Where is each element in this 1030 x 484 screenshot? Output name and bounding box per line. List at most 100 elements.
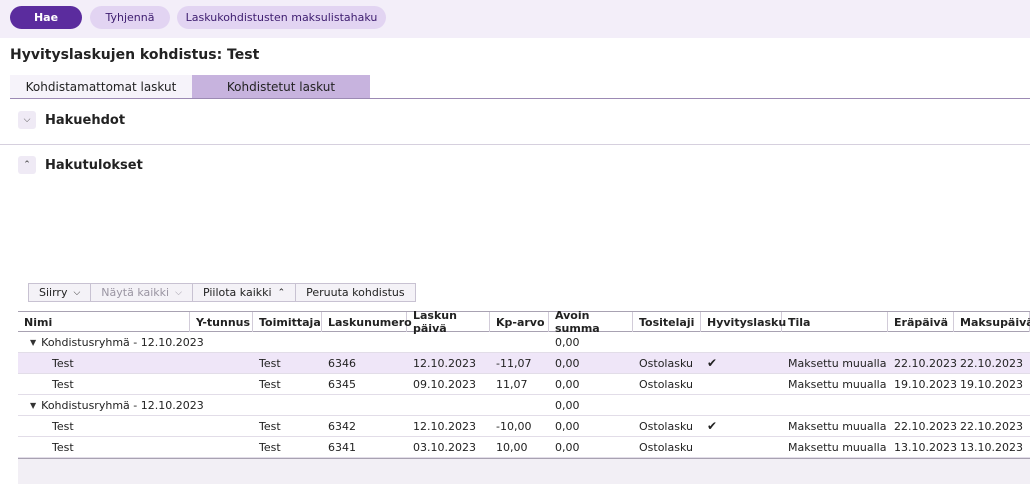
col-due-date-cell: 22.10.2023 [894,356,957,370]
col-status-cell: Maksettu muualla [788,440,887,454]
results-grid: Nimi Y-tunnus Toimittaja Laskunumero Laskun … [18,309,1030,484]
col-due-date-cell: 19.10.2023 [894,377,957,391]
col-y-id-cell [190,437,253,457]
collapse-triangle-icon[interactable]: ▼ [30,401,36,410]
payment-list-search-button[interactable]: Laskukohdistusten maksulistahaku [177,6,386,29]
group-label-text: Kohdistusryhmä - 12.10.2023 [41,398,204,412]
move-label: Siirry [39,286,68,299]
show-all-label: Näytä kaikki [101,286,170,299]
results-section-toggle[interactable]: ⌃ Hakutulokset [18,154,143,176]
tab-underline [10,98,1030,99]
grid-header: Nimi Y-tunnus Toimittaja Laskunumero Laskun … [18,309,1030,335]
move-menu-button[interactable]: Siirry ⌵ [29,284,92,301]
group-row[interactable]: ▼ Kohdistusryhmä - 12.10.2023 0,00 [18,395,1030,416]
col-voucher-type-cell: Ostolasku [639,356,693,370]
col-voucher-type-cell: Ostolasku [639,419,693,433]
col-invoice-no-cell: 6346 [328,356,356,370]
col-supplier-cell: Test [259,377,281,391]
col-voucher-type-cell: Ostolasku [639,377,693,391]
col-voucher-type-header[interactable]: Tositelaji [633,312,701,332]
tab-unallocated-invoices[interactable]: Kohdistamattomat laskut [10,75,192,99]
grid-toolbar: Siirry ⌵ Näytä kaikki ⌵ Piilota kaikki ⌃ Pe… [28,283,416,302]
group-label: ▼ Kohdistusryhmä - 12.10.2023 [24,395,204,415]
col-kp-value-cell: -10,00 [496,419,532,433]
grid-footer [18,458,1030,484]
col-due-date-cell: 22.10.2023 [894,419,957,433]
group-open-sum: 0,00 [555,335,580,349]
col-status-cell: Maksettu muualla [788,419,887,433]
chevron-down-icon: ⌵ [175,287,182,298]
chevron-up-icon: ⌃ [18,156,36,174]
table-row[interactable]: Test Test 6342 12.10.2023 -10,00 0,00 Ostolask… [18,416,1030,437]
col-voucher-type-cell: Ostolasku [639,440,693,454]
tab-allocated-invoices[interactable]: Kohdistetut laskut [192,75,370,99]
group-label: ▼ Kohdistusryhmä - 12.10.2023 [24,332,204,352]
grid-body: ▼ Kohdistusryhmä - 12.10.2023 0,00 Test Test… [18,332,1030,458]
col-credit-note-check-icon: ✔ [707,419,718,433]
col-y-id-header[interactable]: Y-tunnus [190,312,253,332]
chevron-down-icon: ⌵ [73,287,81,298]
col-status-cell: Maksettu muualla [788,377,887,391]
table-row[interactable]: Test Test 6345 09.10.2023 11,07 0,00 Ostolasku… [18,374,1030,395]
page-title: Hyvityslaskujen kohdistus: Test [10,47,260,63]
col-invoice-date-cell: 09.10.2023 [413,377,476,391]
search-criteria-heading: Hakuehdot [45,112,126,128]
col-credit-note-cell [701,437,782,457]
collapse-triangle-icon[interactable]: ▼ [30,338,36,347]
col-name-header[interactable]: Nimi [18,312,190,332]
hide-all-button[interactable]: Piilota kaikki ⌃ [193,284,297,301]
col-status-header[interactable]: Tila [782,312,888,332]
col-kp-value-cell: -11,07 [496,356,532,370]
cancel-allocation-button[interactable]: Peruuta kohdistus [296,284,415,301]
group-open-sum: 0,00 [555,398,580,412]
col-y-id-cell [190,353,253,373]
col-kp-value-cell: 10,00 [496,440,528,454]
col-invoice-no-cell: 6345 [328,377,356,391]
col-y-id-cell [190,416,253,436]
col-invoice-no-cell: 6342 [328,419,356,433]
col-supplier-cell: Test [259,440,281,454]
col-due-date-cell: 13.10.2023 [894,440,957,454]
col-open-sum-header[interactable]: Avoin summa [549,309,633,335]
col-credit-note-check-icon: ✔ [707,356,718,370]
clear-button[interactable]: Tyhjennä [90,6,170,29]
top-action-bar: Hae Tyhjennä Laskukohdistusten maksulist… [0,0,1030,38]
col-supplier-cell: Test [259,419,281,433]
col-due-date-header[interactable]: Eräpäivä [888,312,954,332]
col-supplier-cell: Test [259,356,281,370]
results-heading: Hakutulokset [45,157,143,173]
col-pay-date-cell: 22.10.2023 [960,419,1023,433]
col-open-sum-cell: 0,00 [555,377,580,391]
col-invoice-no-header[interactable]: Laskunumero [322,312,412,332]
col-invoice-date-cell: 12.10.2023 [413,419,476,433]
table-row[interactable]: Test Test 6346 12.10.2023 -11,07 0,00 Ostolask… [18,353,1030,374]
chevron-down-icon: ⌵ [18,111,36,129]
col-y-id-cell [190,374,253,394]
col-invoice-no-cell: 6341 [328,440,356,454]
hide-all-label: Piilota kaikki [202,286,272,299]
section-divider [0,144,1030,145]
search-button[interactable]: Hae [10,6,82,29]
col-credit-note-header[interactable]: Hyvityslasku [701,312,786,332]
col-status-cell: Maksettu muualla [788,356,887,370]
show-all-button[interactable]: Näytä kaikki ⌵ [91,284,193,301]
col-invoice-date-cell: 03.10.2023 [413,440,476,454]
col-open-sum-cell: 0,00 [555,356,580,370]
col-open-sum-cell: 0,00 [555,419,580,433]
col-credit-note-cell [701,374,782,394]
col-pay-date-cell: 19.10.2023 [960,377,1023,391]
col-pay-date-cell: 22.10.2023 [960,356,1023,370]
group-label-text: Kohdistusryhmä - 12.10.2023 [41,335,204,349]
col-invoice-date-cell: 12.10.2023 [413,356,476,370]
col-kp-value-header[interactable]: Kp-arvo [490,312,549,332]
col-pay-date-cell: 13.10.2023 [960,440,1023,454]
col-kp-value-cell: 11,07 [496,377,528,391]
col-pay-date-header[interactable]: Maksupäivä [954,312,1030,332]
table-row[interactable]: Test Test 6341 03.10.2023 10,00 0,00 Ostolasku… [18,437,1030,458]
col-supplier-header[interactable]: Toimittaja [253,312,322,332]
chevron-up-icon: ⌃ [277,287,286,298]
group-row[interactable]: ▼ Kohdistusryhmä - 12.10.2023 0,00 [18,332,1030,353]
search-criteria-section-toggle[interactable]: ⌵ Hakuehdot [18,109,125,131]
col-open-sum-cell: 0,00 [555,440,580,454]
col-invoice-date-header[interactable]: Laskun päivä [407,309,490,335]
